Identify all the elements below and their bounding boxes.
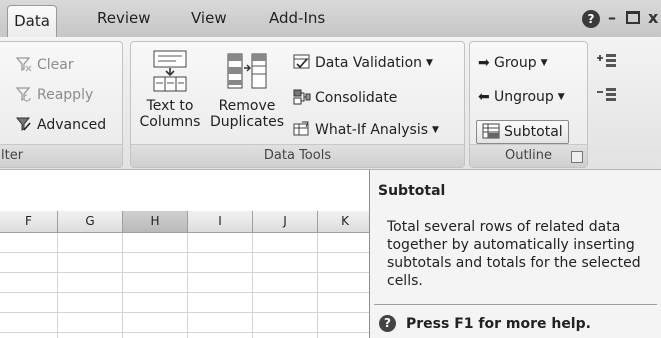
worksheet-grid[interactable]: F G H I J K [0, 170, 373, 338]
data-tools-group: Text to Columns Remove Duplicates Data V… [130, 41, 465, 168]
outline-group: ➡ Group ▼ ⬅ Ungroup ▼ Subtotal Outline [469, 41, 588, 168]
column-gridline [122, 233, 123, 338]
column-header-h[interactable]: H [123, 211, 188, 233]
column-gridline [252, 233, 253, 338]
sort-filter-group: Clear Reapply Advanced lter [0, 41, 123, 168]
reapply-filter-button[interactable]: Reapply [15, 86, 93, 104]
outline-group-label: Outline [470, 144, 587, 167]
remove-duplicates-icon [227, 53, 267, 89]
clear-filter-icon [15, 57, 32, 72]
close-icon[interactable]: x [648, 8, 658, 28]
advanced-filter-icon [15, 117, 31, 131]
consolidate-button[interactable]: Consolidate [293, 89, 397, 107]
text-to-columns-icon [153, 50, 187, 92]
restore-icon[interactable] [626, 9, 640, 29]
group-arrow-icon: ➡ [478, 55, 490, 71]
group-button[interactable]: ➡ Group ▼ [478, 54, 548, 72]
tooltip-description: Total several rows of related data toget… [387, 219, 641, 289]
tooltip-divider [374, 304, 657, 305]
help-icon[interactable]: ? [582, 8, 600, 28]
column-header-k[interactable]: K [318, 211, 373, 233]
tab-add-ins[interactable]: Add-Ins [269, 0, 325, 37]
help-icon: ? [379, 315, 396, 332]
column-header-j[interactable]: J [253, 211, 318, 233]
subtotal-button[interactable]: Subtotal [476, 120, 569, 144]
tab-data[interactable]: Data [7, 5, 57, 38]
what-if-analysis-button[interactable]: What-If Analysis ▼ [293, 121, 439, 139]
consolidate-icon [293, 89, 311, 105]
advanced-filter-button[interactable]: Advanced [15, 116, 106, 134]
data-validation-icon [293, 54, 310, 69]
column-header-g[interactable]: G [58, 211, 123, 233]
text-to-columns-button[interactable]: Text to Columns [135, 50, 205, 130]
sort-filter-group-label: lter [0, 144, 122, 167]
subtotal-tooltip: Subtotal Total several rows of related d… [369, 170, 661, 338]
hide-detail-icon[interactable] [596, 87, 618, 103]
remove-duplicates-button[interactable]: Remove Duplicates [209, 50, 285, 130]
tooltip-help-link: ? Press F1 for more help. [379, 314, 591, 334]
column-gridline [317, 233, 318, 338]
reapply-filter-icon [15, 87, 31, 102]
tooltip-title: Subtotal [378, 183, 446, 199]
ungroup-button[interactable]: ⬅ Ungroup ▼ [478, 88, 565, 106]
data-tools-group-label: Data Tools [131, 144, 464, 167]
chevron-down-icon: ▼ [557, 92, 565, 102]
column-header-f[interactable]: F [0, 211, 58, 233]
minimize-icon[interactable]: – [608, 8, 616, 28]
tab-view[interactable]: View [191, 0, 227, 37]
show-detail-icon[interactable] [596, 53, 618, 69]
column-gridline [187, 233, 188, 338]
column-gridline [57, 233, 58, 338]
chevron-down-icon: ▼ [426, 58, 433, 68]
dialog-launcher-icon[interactable] [571, 151, 583, 163]
subtotal-icon [482, 123, 500, 139]
tab-review[interactable]: Review [97, 0, 151, 37]
ribbon-tab-bar: Data Review View Add-Ins ? – x [0, 0, 661, 38]
ribbon: Clear Reapply Advanced lter Text to Colu… [0, 37, 661, 170]
column-header-i[interactable]: I [188, 211, 253, 233]
data-validation-button[interactable]: Data Validation ▼ [293, 54, 433, 72]
ungroup-arrow-icon: ⬅ [478, 89, 490, 105]
what-if-analysis-icon [293, 121, 309, 136]
chevron-down-icon: ▼ [540, 58, 548, 68]
chevron-down-icon: ▼ [432, 125, 439, 135]
clear-filter-button[interactable]: Clear [15, 56, 74, 74]
